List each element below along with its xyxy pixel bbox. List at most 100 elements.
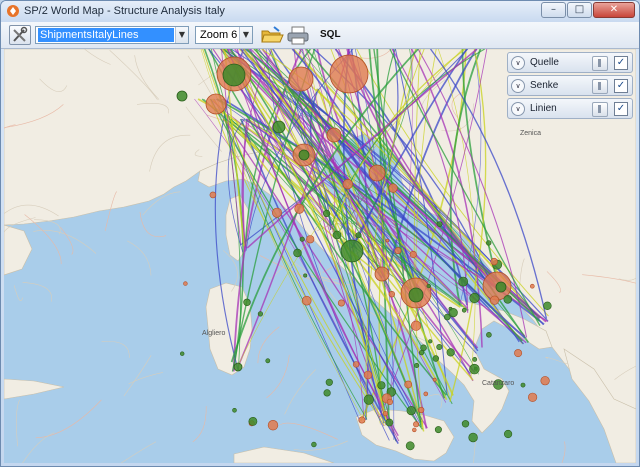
source-node[interactable] — [527, 392, 538, 402]
source-node[interactable] — [412, 427, 417, 433]
sink-node[interactable] — [428, 339, 433, 344]
sink-node[interactable] — [486, 240, 492, 246]
close-button[interactable]: ✕ — [593, 2, 635, 18]
source-node[interactable] — [294, 203, 305, 214]
source-node[interactable] — [363, 370, 373, 380]
sink-node[interactable] — [363, 394, 374, 405]
chevron-down-icon[interactable]: ∨ — [511, 79, 525, 93]
sink-node[interactable] — [248, 416, 258, 426]
tools-button[interactable] — [9, 25, 31, 45]
sink-node[interactable] — [272, 120, 286, 134]
printer-icon[interactable] — [286, 25, 310, 45]
source-node[interactable] — [514, 349, 523, 358]
zoom-select[interactable]: Zoom 6 ▼ — [195, 26, 253, 44]
sink-node[interactable] — [265, 358, 271, 364]
sink-node[interactable] — [299, 236, 305, 242]
sink-node[interactable] — [458, 276, 469, 287]
sink-node[interactable] — [406, 406, 416, 416]
sink-node[interactable] — [448, 308, 458, 318]
source-node[interactable] — [209, 191, 217, 199]
source-node[interactable] — [529, 283, 535, 289]
source-node[interactable] — [337, 299, 345, 307]
folder-open-icon[interactable] — [260, 25, 284, 45]
sink-node[interactable] — [469, 363, 480, 375]
sink-node[interactable] — [434, 426, 442, 434]
source-node[interactable] — [404, 380, 413, 389]
sink-node[interactable] — [419, 350, 425, 356]
legend-checkbox[interactable]: ✓ — [614, 102, 628, 116]
sink-node[interactable] — [520, 382, 526, 388]
sink-node[interactable] — [436, 221, 443, 227]
source-node[interactable] — [306, 235, 315, 244]
sink-node[interactable] — [323, 209, 331, 217]
chevron-down-icon[interactable]: ∨ — [511, 102, 525, 116]
sink-node[interactable] — [486, 331, 492, 338]
sink-node[interactable] — [543, 301, 552, 310]
sink-node[interactable] — [222, 63, 246, 87]
source-node[interactable] — [329, 54, 369, 94]
sink-node[interactable] — [426, 283, 431, 289]
source-node[interactable] — [409, 250, 417, 259]
source-node[interactable] — [432, 377, 437, 382]
source-node[interactable] — [388, 183, 398, 193]
sink-node[interactable] — [293, 248, 302, 258]
legend-row-quelle[interactable]: ∨ Quelle ✓ — [507, 52, 633, 73]
sink-node[interactable] — [176, 90, 188, 102]
sink-node[interactable] — [503, 295, 513, 304]
source-node[interactable] — [411, 320, 422, 331]
sink-node[interactable] — [504, 429, 513, 439]
chevron-down-icon[interactable]: ▼ — [239, 27, 252, 43]
source-node[interactable] — [301, 295, 312, 306]
maximize-button[interactable]: □ — [567, 2, 592, 18]
legend-row-senke[interactable]: ∨ Senke ✓ — [507, 75, 633, 96]
source-node[interactable] — [413, 421, 420, 428]
source-node[interactable] — [385, 238, 390, 243]
sink-node[interactable] — [325, 378, 333, 386]
sink-node[interactable] — [243, 298, 251, 307]
minimize-button[interactable]: – — [541, 2, 566, 18]
source-node[interactable] — [388, 291, 395, 298]
source-node[interactable] — [423, 391, 429, 397]
sink-node[interactable] — [446, 348, 455, 357]
source-node[interactable] — [490, 257, 498, 266]
sink-node[interactable] — [468, 432, 478, 443]
sink-node[interactable] — [303, 273, 308, 278]
source-node[interactable] — [342, 179, 353, 190]
source-node[interactable] — [368, 164, 386, 182]
sink-node[interactable] — [385, 418, 394, 427]
legend-checkbox[interactable]: ✓ — [614, 79, 628, 93]
legend-checkbox[interactable]: ✓ — [614, 56, 628, 70]
source-node[interactable] — [352, 361, 360, 368]
source-node[interactable] — [358, 416, 366, 424]
source-node[interactable] — [489, 295, 500, 305]
chevron-down-icon[interactable]: ▼ — [175, 27, 188, 43]
source-node[interactable] — [267, 420, 279, 431]
sink-node[interactable] — [180, 351, 185, 356]
sql-button[interactable]: SQL — [320, 29, 341, 40]
sink-node[interactable] — [340, 239, 364, 263]
sink-node[interactable] — [233, 362, 243, 372]
source-node[interactable] — [382, 411, 389, 417]
source-node[interactable] — [418, 406, 425, 414]
source-node[interactable] — [386, 398, 394, 406]
sink-node[interactable] — [472, 356, 478, 362]
sink-node[interactable] — [377, 381, 386, 390]
source-node[interactable] — [205, 93, 227, 115]
sink-node[interactable] — [408, 287, 424, 303]
source-node[interactable] — [183, 281, 188, 286]
sink-node[interactable] — [257, 311, 263, 317]
opacity-slider[interactable] — [592, 102, 608, 117]
sink-node[interactable] — [436, 343, 443, 350]
legend-row-linien[interactable]: ∨ Linien ✓ — [507, 98, 633, 119]
sink-node[interactable] — [414, 362, 420, 368]
opacity-slider[interactable] — [592, 79, 608, 94]
sink-node[interactable] — [298, 149, 310, 161]
sink-node[interactable] — [432, 355, 439, 362]
sink-node[interactable] — [420, 344, 427, 352]
map-view[interactable]: Zenica Catanzaro Algliero ∨ Quelle ✓ ∨ S… — [4, 49, 636, 463]
opacity-slider[interactable] — [592, 56, 608, 71]
source-node[interactable] — [374, 266, 390, 282]
source-node[interactable] — [394, 247, 402, 255]
sink-node[interactable] — [332, 230, 342, 240]
sink-node[interactable] — [461, 420, 470, 428]
